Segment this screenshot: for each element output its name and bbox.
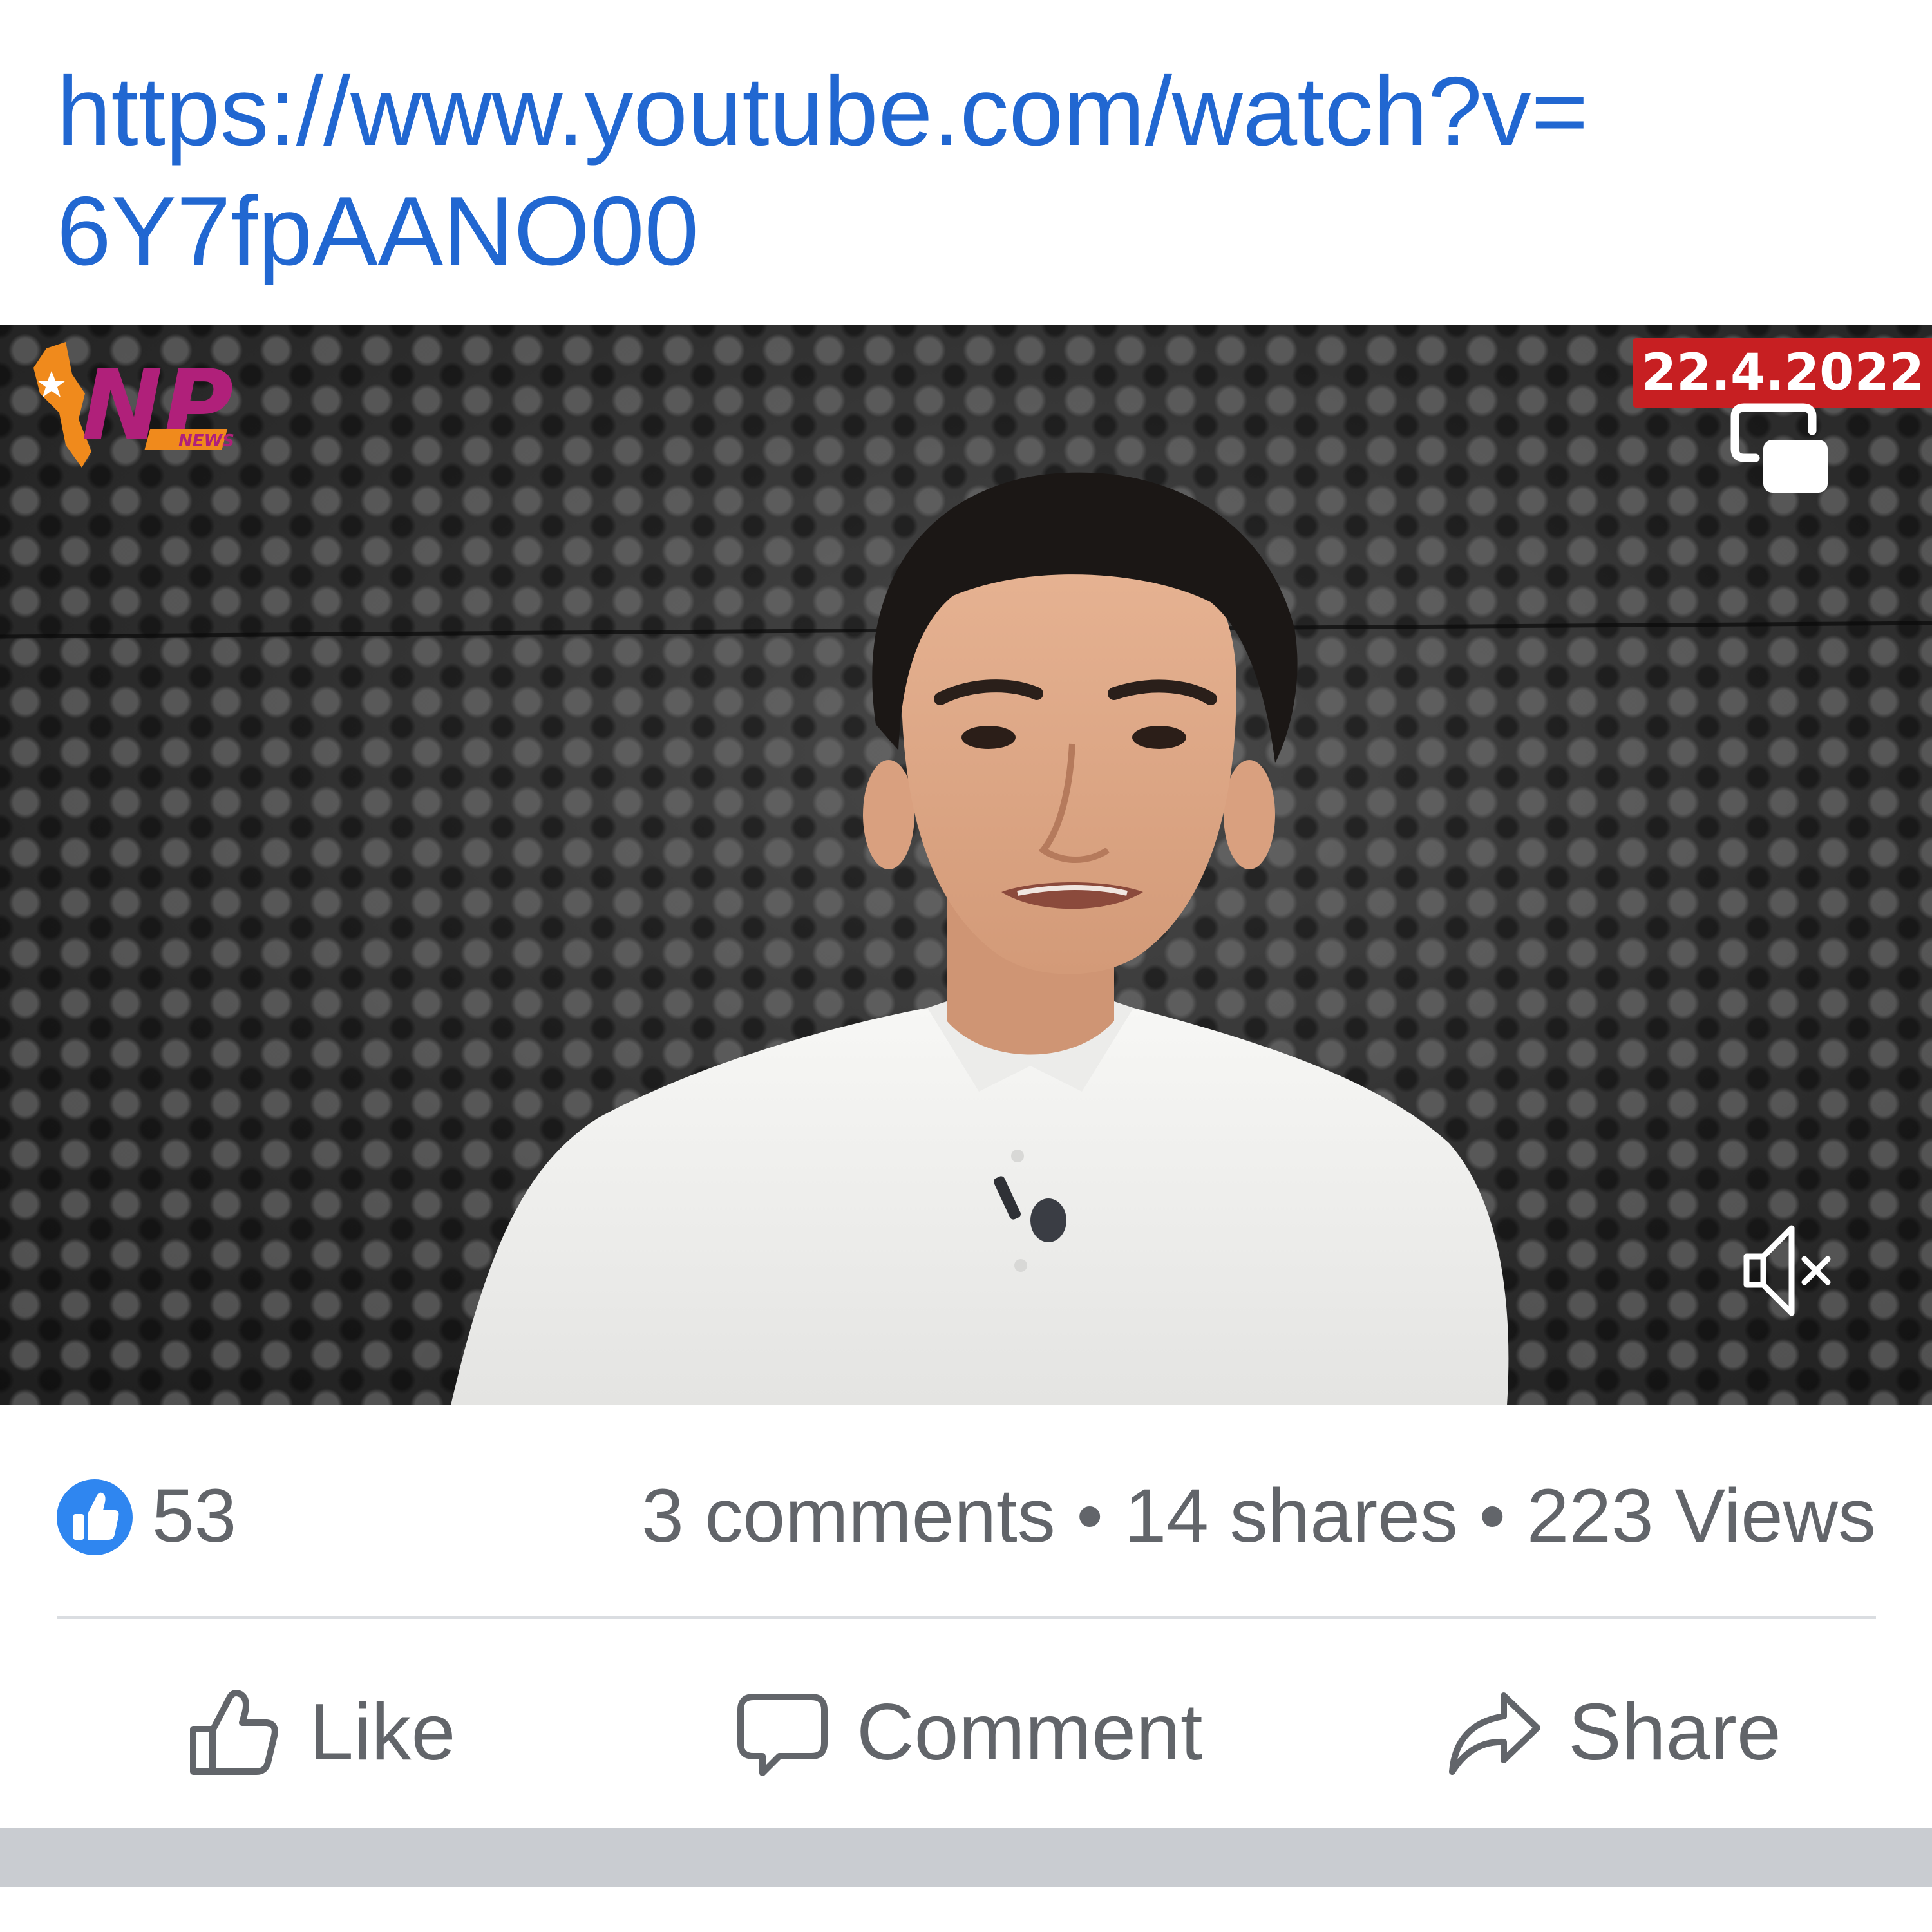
engagement-stats[interactable]: 3 comments • 14 shares • 223 Views [641, 1478, 1876, 1554]
video-player[interactable]: NP NEWS 22.4.2022 [0, 325, 1932, 1405]
comment-label: Comment [857, 1688, 1203, 1777]
divider [57, 1616, 1876, 1619]
like-label: Like [309, 1688, 456, 1777]
share-arrow-icon [1449, 1692, 1540, 1775]
link-line-2[interactable]: 6Y7fpAANO00 [57, 171, 1795, 291]
youtube-link[interactable]: https://www.youtube.com/watch?v= 6Y7fpAA… [57, 52, 1795, 291]
volume-muted-icon[interactable] [1732, 1219, 1842, 1322]
presenter-figure [296, 472, 1713, 1405]
share-label: Share [1568, 1688, 1781, 1777]
svg-text:NEWS: NEWS [178, 431, 234, 451]
share-button[interactable]: Share [1446, 1668, 1781, 1797]
thumbs-up-outline-icon [190, 1690, 278, 1775]
picture-in-picture-icon[interactable] [1726, 401, 1835, 498]
date-badge: 22.4.2022 [1632, 338, 1932, 408]
action-bar: Like Comment Share [0, 1668, 1932, 1797]
np-news-logo: NP NEWS [33, 342, 234, 468]
post-card: https://www.youtube.com/watch?v= 6Y7fpAA… [0, 0, 1932, 1932]
feed-separator [0, 1828, 1932, 1887]
reactions-summary: 53 3 comments • 14 shares • 223 Views [57, 1472, 1876, 1562]
link-line-1[interactable]: https://www.youtube.com/watch?v= [57, 52, 1795, 171]
comment-button[interactable]: Comment [734, 1668, 1202, 1797]
like-count[interactable]: 53 [152, 1478, 236, 1554]
like-button[interactable]: Like [187, 1668, 455, 1797]
comment-bubble-icon [737, 1694, 828, 1776]
thumbs-up-icon[interactable] [57, 1479, 133, 1555]
